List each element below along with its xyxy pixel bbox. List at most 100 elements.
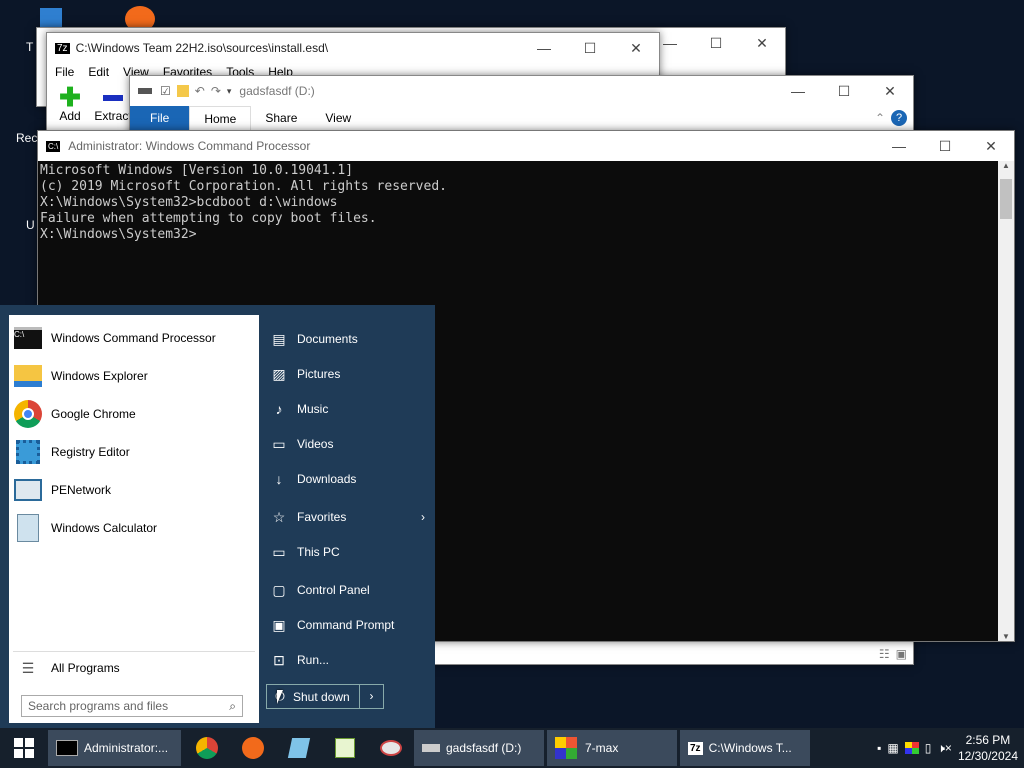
maximize-icon[interactable]: ☐ xyxy=(922,131,968,161)
7zip-icon: 7z xyxy=(55,42,70,54)
ribbon-collapse-icon[interactable]: ⌃ xyxy=(875,111,885,125)
tab-share[interactable]: Share xyxy=(251,106,311,130)
place-this-pc[interactable]: ▭ This PC xyxy=(269,537,429,567)
color-tray-icon[interactable] xyxy=(904,742,919,754)
minimize-icon[interactable]: — xyxy=(775,76,821,106)
tab-file[interactable]: File xyxy=(130,106,190,130)
task-label: gadsfasdf (D:) xyxy=(446,741,522,755)
all-programs-button[interactable]: ☰ All Programs xyxy=(9,649,259,687)
minimize-icon[interactable]: — xyxy=(876,131,922,161)
task-7max[interactable]: 7-max xyxy=(547,730,677,766)
minus-icon xyxy=(103,95,123,101)
chrome-icon xyxy=(13,399,43,429)
cmd-icon: C:\ xyxy=(13,323,43,353)
properties-icon[interactable]: ☑ xyxy=(160,84,171,98)
desktop-label: U xyxy=(26,218,35,232)
undo-icon[interactable]: ↶ xyxy=(195,84,205,98)
place-label: Favorites xyxy=(297,510,347,524)
search-icon: ⌕ xyxy=(229,698,236,713)
drive-icon xyxy=(138,88,152,94)
place-documents[interactable]: ▤ Documents xyxy=(269,324,429,354)
place-downloads[interactable]: ↓ Downloads xyxy=(269,464,429,494)
details-view-icon[interactable]: ☷ xyxy=(879,647,890,661)
scroll-up-icon[interactable]: ▲ xyxy=(998,161,1014,170)
extract-button[interactable]: Extract xyxy=(93,85,133,123)
maximize-icon[interactable]: ☐ xyxy=(821,76,867,106)
close-icon[interactable]: ✕ xyxy=(867,76,913,106)
pinned-paint[interactable] xyxy=(368,728,414,768)
shutdown-button[interactable]: ⏻ Shut down › xyxy=(266,684,384,709)
scroll-down-icon[interactable]: ▼ xyxy=(998,632,1014,641)
task-cmd[interactable]: Administrator:... xyxy=(48,730,181,766)
chevron-right-icon: › xyxy=(421,510,425,524)
place-run[interactable]: ⊡ Run... xyxy=(269,645,429,675)
maximize-icon[interactable]: ☐ xyxy=(693,28,739,58)
desktop-label: Rec xyxy=(16,131,38,145)
paint-icon xyxy=(380,740,402,756)
tab-home[interactable]: Home xyxy=(189,105,252,131)
cmd-window-icon: C:\ xyxy=(46,140,61,152)
place-videos[interactable]: ▭ Videos xyxy=(269,429,429,459)
console-line: X:\Windows\System32>bcdboot d:\windows xyxy=(40,195,338,210)
start-button[interactable] xyxy=(0,728,48,768)
folder-icon xyxy=(13,361,43,391)
network-tray-icon[interactable]: ▦ xyxy=(887,741,898,755)
menu-edit[interactable]: Edit xyxy=(88,65,109,79)
start-menu: C:\ Windows Command Processor Windows Ex… xyxy=(0,305,435,728)
qat-dropdown-icon[interactable]: ▾ xyxy=(227,86,232,97)
cmd-icon xyxy=(56,740,78,756)
scroll-thumb[interactable] xyxy=(1000,179,1012,219)
program-penetwork[interactable]: PENetwork xyxy=(9,471,259,509)
program-chrome[interactable]: Google Chrome xyxy=(9,395,259,433)
volume-muted-icon[interactable]: 🕨× xyxy=(937,741,952,756)
pinned-chrome[interactable] xyxy=(184,728,230,768)
task-7zip[interactable]: 7z C:\Windows T... xyxy=(680,730,810,766)
video-icon: ▭ xyxy=(272,435,286,452)
large-icons-view-icon[interactable]: ▣ xyxy=(896,647,907,661)
cmd-prompt-icon: ▣ xyxy=(272,616,286,633)
new-folder-icon[interactable] xyxy=(176,85,189,97)
place-label: Music xyxy=(297,402,329,416)
program-calculator[interactable]: Windows Calculator xyxy=(9,509,259,547)
safely-remove-icon[interactable]: ▯ xyxy=(925,741,932,755)
place-label: Downloads xyxy=(297,472,357,486)
pinned-notepad[interactable] xyxy=(276,728,322,768)
run-icon: ⊡ xyxy=(273,651,285,668)
pinned-firefox[interactable] xyxy=(230,728,276,768)
task-label: Administrator:... xyxy=(84,741,169,755)
place-command-prompt[interactable]: ▣ Command Prompt xyxy=(269,610,429,640)
clock[interactable]: 2:56 PM 12/30/2024 xyxy=(958,732,1018,764)
console-line: X:\Windows\System32> xyxy=(40,227,197,242)
place-pictures[interactable]: ▨ Pictures xyxy=(269,359,429,389)
chrome-icon xyxy=(196,737,218,759)
shutdown-options-icon[interactable]: › xyxy=(359,685,383,708)
task-explorer[interactable]: gadsfasdf (D:) xyxy=(414,730,544,766)
place-label: This PC xyxy=(297,545,340,559)
picture-icon: ▨ xyxy=(272,365,286,382)
task-label: C:\Windows T... xyxy=(708,741,792,755)
close-icon[interactable]: ✕ xyxy=(968,131,1014,161)
help-icon[interactable]: ? xyxy=(891,110,907,126)
menu-file[interactable]: File xyxy=(55,65,74,79)
vertical-scrollbar[interactable]: ▲ ▼ xyxy=(998,161,1014,641)
close-icon[interactable]: ✕ xyxy=(613,33,659,63)
console-line: (c) 2019 Microsoft Corporation. All righ… xyxy=(40,179,447,194)
minimize-icon[interactable]: — xyxy=(521,33,567,63)
program-cmd[interactable]: C:\ Windows Command Processor xyxy=(9,319,259,357)
program-registry[interactable]: Registry Editor xyxy=(9,433,259,471)
place-music[interactable]: ♪ Music xyxy=(269,394,429,424)
search-placeholder: Search programs and files xyxy=(28,699,169,713)
program-explorer[interactable]: Windows Explorer xyxy=(9,357,259,395)
place-control-panel[interactable]: ▢ Control Panel xyxy=(269,575,429,605)
add-button[interactable]: ✚ Add xyxy=(55,84,85,123)
redo-icon[interactable]: ↷ xyxy=(211,84,221,98)
search-input[interactable]: Search programs and files ⌕ xyxy=(21,695,243,717)
close-icon[interactable]: ✕ xyxy=(739,28,785,58)
place-favorites[interactable]: ☆ Favorites › xyxy=(269,502,429,532)
usb-icon[interactable]: ▪ xyxy=(877,741,881,755)
extract-label: Extract xyxy=(94,109,132,123)
tab-view[interactable]: View xyxy=(311,106,365,130)
calculator-icon xyxy=(13,513,43,543)
pinned-chart-tool[interactable] xyxy=(322,728,368,768)
maximize-icon[interactable]: ☐ xyxy=(567,33,613,63)
